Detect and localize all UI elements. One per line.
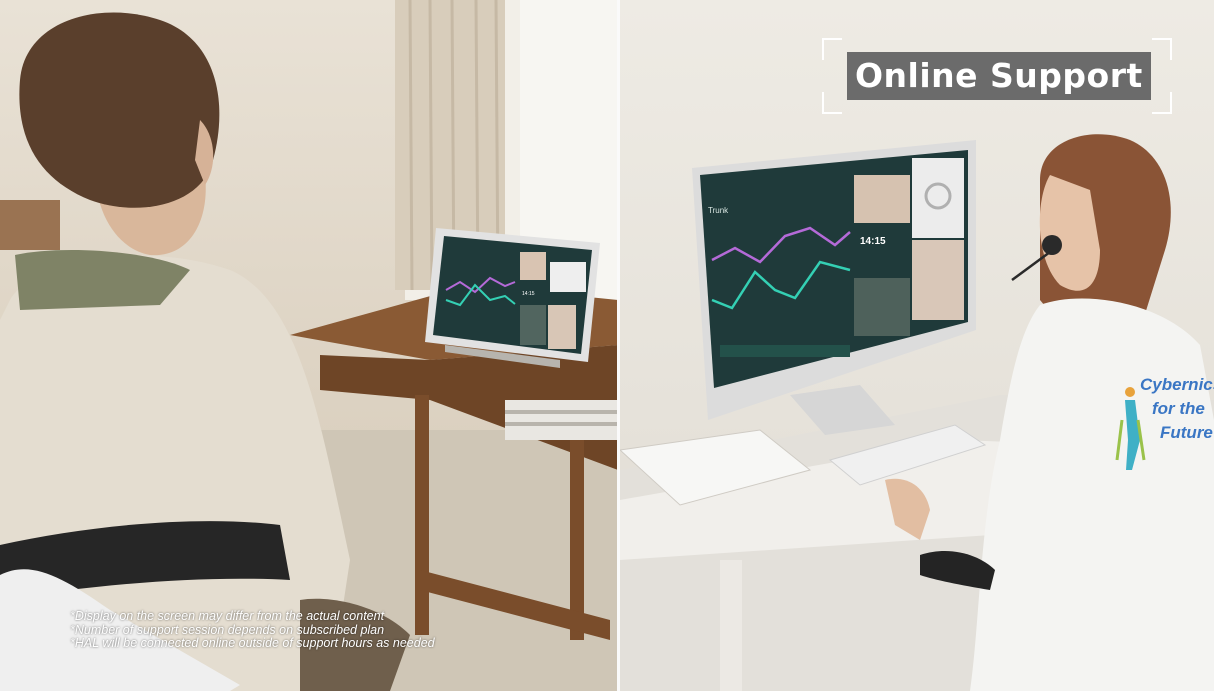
- tablet-video-tile: [548, 305, 576, 349]
- disclaimer-line: *Number of support session depends on su…: [70, 622, 385, 637]
- monitor-graph-label: Trunk: [708, 206, 729, 215]
- bracket-corner: [1152, 92, 1172, 114]
- bracket-corner: [822, 38, 842, 60]
- shirt-text-line: Cybernics: [1140, 375, 1214, 394]
- monitor-control-bar: [720, 345, 850, 357]
- books: [505, 400, 618, 440]
- monitor-video-tile: [912, 240, 964, 320]
- staff-uniform: [970, 298, 1214, 691]
- shelf: [0, 200, 60, 250]
- support-scene-illustration: Trunk 14:15 Cybernics for the Future: [620, 134, 1214, 691]
- headset-earpiece-icon: [1042, 235, 1062, 255]
- shirt-text-line: for the: [1152, 399, 1205, 418]
- disclaimer-line: *Display on the screen may differ from t…: [70, 609, 385, 623]
- bracket-corner: [822, 92, 842, 114]
- tablet-time: 14:15: [522, 291, 535, 297]
- disclaimer-notes: *Display on the screen may differ from t…: [70, 609, 435, 651]
- online-support-title: Online Support: [847, 52, 1151, 100]
- tablet-logo-tile: [550, 262, 586, 292]
- support-scene-panel: Trunk 14:15 Cybernics for the Future: [620, 0, 1214, 691]
- desk-leg: [720, 560, 742, 691]
- monitor-video-tile: [854, 278, 910, 336]
- monitor-logo-tile: [912, 158, 964, 238]
- tablet-video-tile: [520, 305, 546, 345]
- photo-collage: 14:15 *Display on the screen may differ …: [0, 0, 1214, 691]
- desk-leg: [415, 395, 429, 635]
- monitor-video-tile: [854, 175, 910, 223]
- shirt-text-line: Future: [1160, 423, 1213, 442]
- patient-scene-illustration: 14:15: [0, 0, 618, 691]
- disclaimer-line: *HAL will be connected online outside of…: [70, 636, 435, 650]
- patient-scene-panel: 14:15 *Display on the screen may differ …: [0, 0, 618, 691]
- bracket-corner: [1152, 38, 1172, 60]
- desk-leg: [570, 440, 584, 640]
- patient-hair: [19, 12, 220, 208]
- monitor-time: 14:15: [860, 236, 886, 247]
- tablet-video-tile: [520, 252, 546, 280]
